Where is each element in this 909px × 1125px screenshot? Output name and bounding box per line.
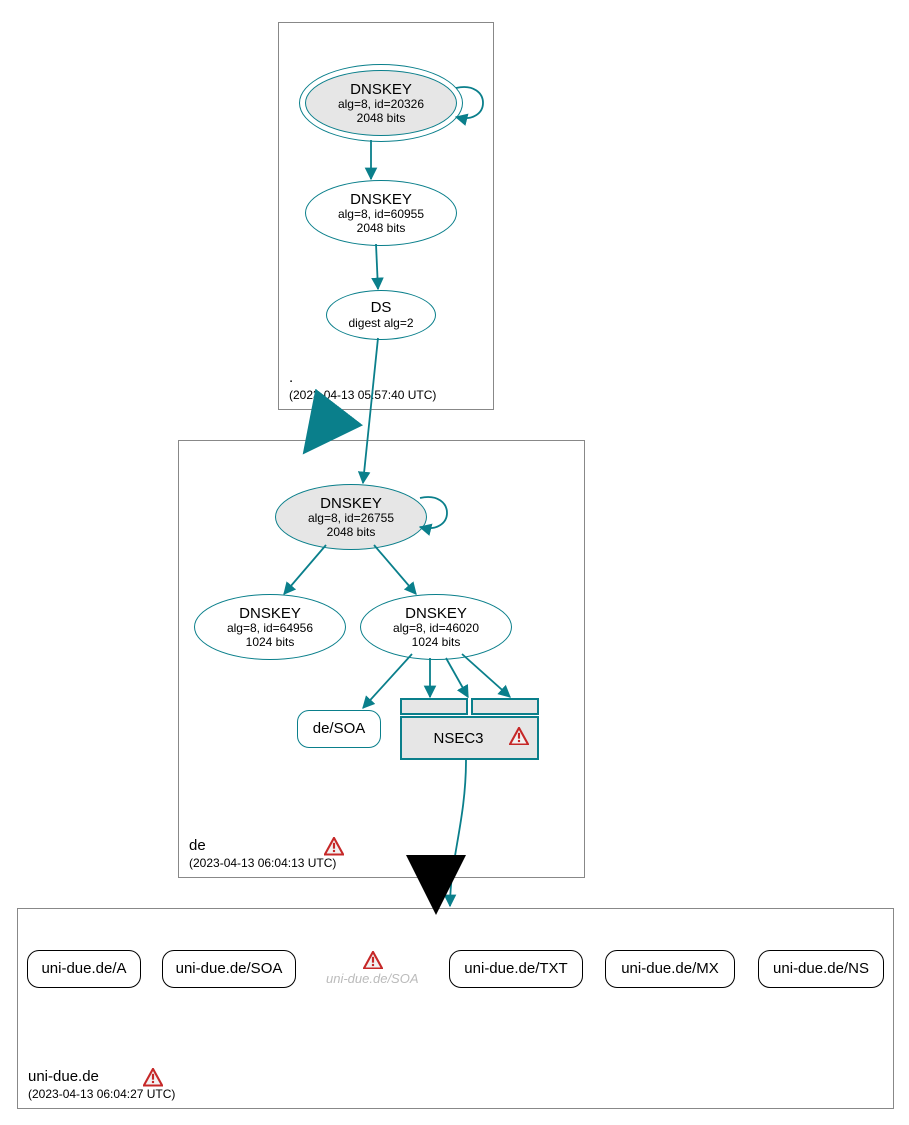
dnskey-de-ksk: DNSKEY alg=8, id=26755 2048 bits <box>275 484 427 550</box>
node-sub: digest alg=2 <box>348 317 413 331</box>
node-title: DNSKEY <box>320 495 382 512</box>
node-sub: alg=8, id=60955 <box>338 208 424 222</box>
zone-de-label: de (2023-04-13 06:04:13 UTC) <box>189 837 344 871</box>
node-sub: 2048 bits <box>327 526 376 540</box>
ds-root: DS digest alg=2 <box>326 290 436 340</box>
node-title: DNSKEY <box>350 81 412 98</box>
zone-root-label: . (2023-04-13 05:57:40 UTC) <box>289 369 436 403</box>
zone-uni-due-name: uni-due.de <box>28 1068 175 1087</box>
zone-de-name-text: de <box>189 837 206 854</box>
zone-uni-due-name-text: uni-due.de <box>28 1068 99 1085</box>
node-sub: 2048 bits <box>357 222 406 236</box>
nsec3-label: NSEC3 <box>433 730 483 747</box>
dnskey-root-ksk: DNSKEY alg=8, id=20326 2048 bits <box>305 70 457 136</box>
node-sub: alg=8, id=26755 <box>308 512 394 526</box>
rr-label: uni-due.de/SOA <box>326 971 419 986</box>
rr-label: uni-due.de/SOA <box>176 960 283 977</box>
warning-icon <box>324 837 344 855</box>
rr-label: uni-due.de/TXT <box>464 960 567 977</box>
rr-de-soa: de/SOA <box>297 710 381 748</box>
node-sub: 2048 bits <box>357 112 406 126</box>
rr-unidue-a: uni-due.de/A <box>27 950 141 988</box>
zone-uni-due-time: (2023-04-13 06:04:27 UTC) <box>28 1087 175 1102</box>
rr-label: uni-due.de/NS <box>773 960 869 977</box>
zone-root-name: . <box>289 369 436 388</box>
zone-de-time: (2023-04-13 06:04:13 UTC) <box>189 856 344 871</box>
rr-label: uni-due.de/A <box>41 960 126 977</box>
rr-unidue-txt: uni-due.de/TXT <box>449 950 583 988</box>
nsec3-de: NSEC3 <box>400 698 538 762</box>
nsec3-cell1 <box>400 698 468 715</box>
warning-icon <box>509 727 529 745</box>
zone-root-time: (2023-04-13 05:57:40 UTC) <box>289 388 436 403</box>
rr-unidue-ns: uni-due.de/NS <box>758 950 884 988</box>
rr-unidue-soa: uni-due.de/SOA <box>162 950 296 988</box>
nsec3-cell2 <box>471 698 539 715</box>
warning-icon <box>143 1068 163 1086</box>
zone-uni-due: uni-due.de (2023-04-13 06:04:27 UTC) <box>17 908 894 1109</box>
zone-uni-due-label: uni-due.de (2023-04-13 06:04:27 UTC) <box>28 1068 175 1102</box>
node-sub: alg=8, id=64956 <box>227 622 313 636</box>
node-title: DNSKEY <box>405 605 467 622</box>
node-sub: 1024 bits <box>412 636 461 650</box>
rr-unidue-soa-insecure: uni-due.de/SOA <box>326 971 419 986</box>
node-sub: alg=8, id=46020 <box>393 622 479 636</box>
node-title: DNSKEY <box>350 191 412 208</box>
rr-unidue-mx: uni-due.de/MX <box>605 950 735 988</box>
nsec3-main: NSEC3 <box>400 716 539 760</box>
dnskey-de-zsk-b: DNSKEY alg=8, id=46020 1024 bits <box>360 594 512 660</box>
node-sub: alg=8, id=20326 <box>338 98 424 112</box>
warning-icon <box>363 951 383 969</box>
rr-label: de/SOA <box>313 720 366 737</box>
node-title: DNSKEY <box>239 605 301 622</box>
zone-de-name: de <box>189 837 344 856</box>
dnskey-root-zsk: DNSKEY alg=8, id=60955 2048 bits <box>305 180 457 246</box>
dnskey-de-zsk-a: DNSKEY alg=8, id=64956 1024 bits <box>194 594 346 660</box>
rr-label: uni-due.de/MX <box>621 960 719 977</box>
node-title: DS <box>371 299 392 316</box>
node-sub: 1024 bits <box>246 636 295 650</box>
